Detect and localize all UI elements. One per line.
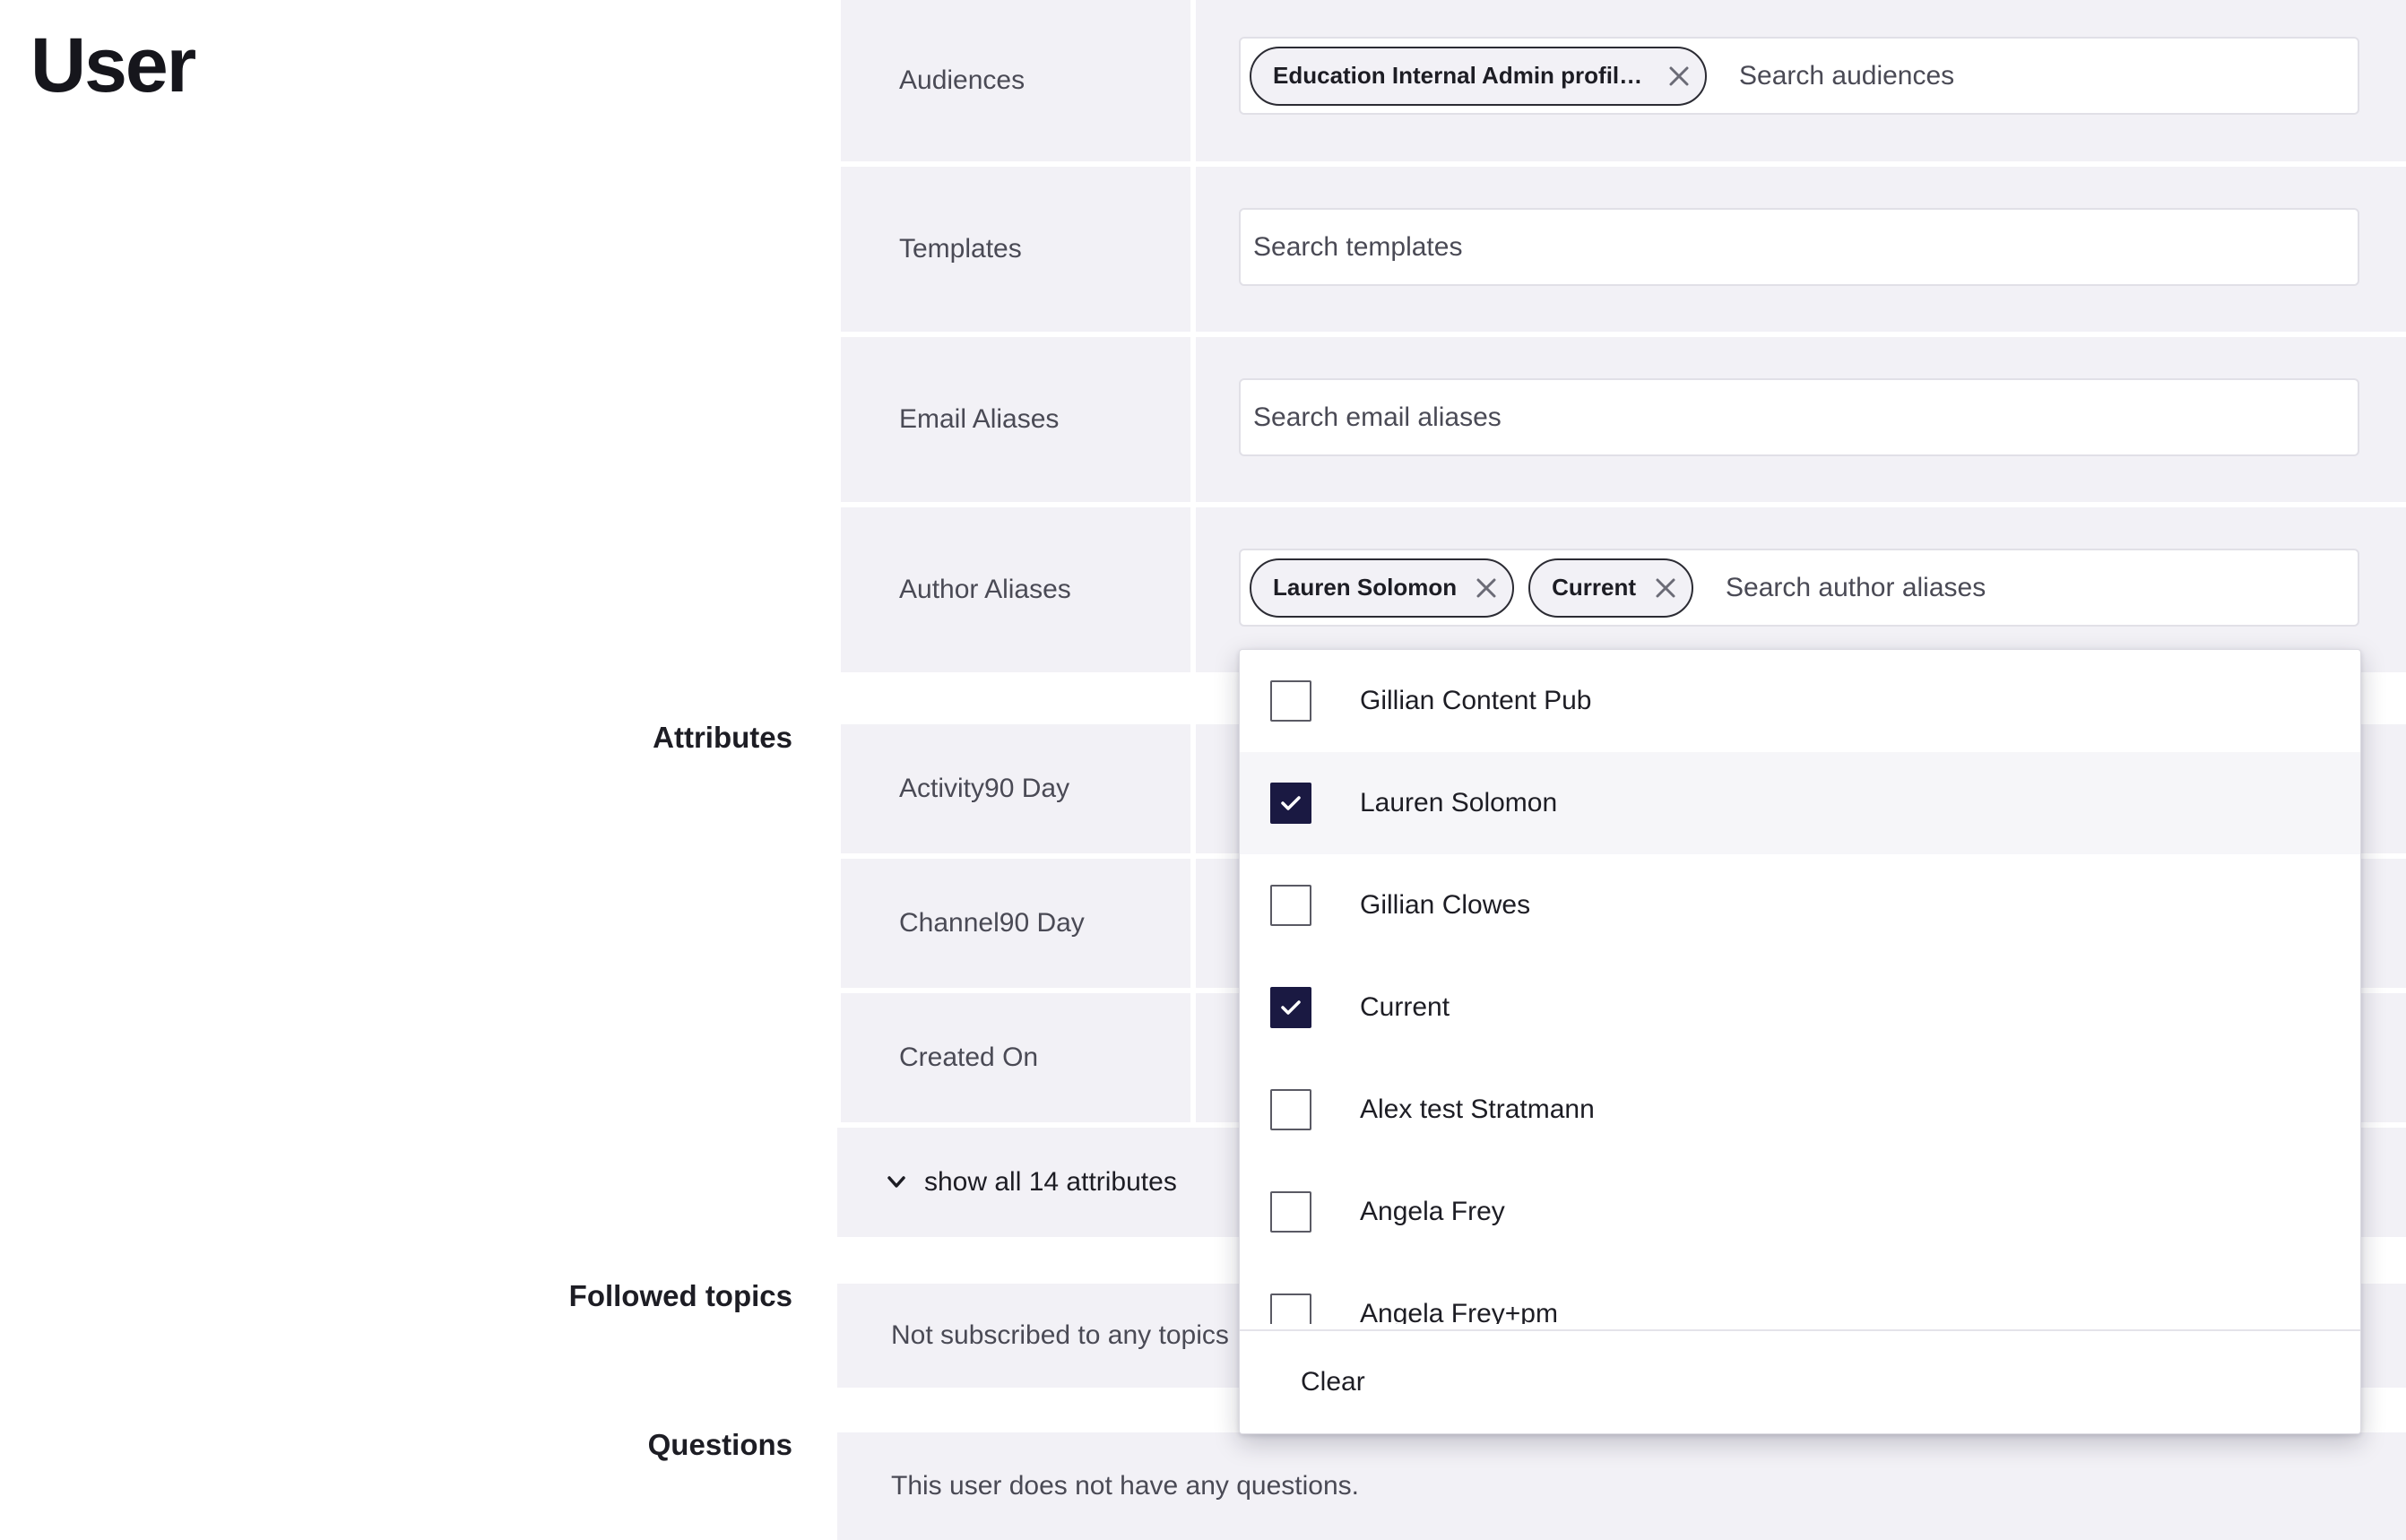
author-aliases-field[interactable]: Lauren Solomon Current <box>1239 549 2359 627</box>
dropdown-footer: Clear <box>1240 1329 2360 1433</box>
templates-value-cell <box>1196 167 2406 332</box>
option-checkbox[interactable] <box>1270 1293 1311 1324</box>
option-checkbox[interactable] <box>1270 783 1311 824</box>
audiences-value-cell: Education Internal Admin profile... <box>1196 0 2406 161</box>
dropdown-option[interactable]: Lauren Solomon <box>1240 752 2360 854</box>
close-icon[interactable] <box>1473 575 1500 601</box>
email-aliases-label: Email Aliases <box>899 404 1060 434</box>
questions-cell: This user does not have any questions. <box>837 1432 2406 1540</box>
templates-label: Templates <box>899 234 1022 264</box>
author-aliases-dropdown: Gillian Content Pub Lauren Solomon Gilli… <box>1239 649 2361 1434</box>
close-icon[interactable] <box>1652 575 1679 601</box>
chevron-down-icon <box>887 1175 906 1190</box>
author-chip-current: Current <box>1528 558 1694 618</box>
attribute-row-label-cell: Channel90 Day <box>841 859 1190 988</box>
option-label: Angela Frey+pm <box>1360 1299 1558 1324</box>
author-aliases-label-cell: Author Aliases <box>841 507 1190 672</box>
author-chip-lauren-solomon: Lauren Solomon <box>1250 558 1515 618</box>
audience-chip: Education Internal Admin profile... <box>1250 46 1707 106</box>
audiences-label: Audiences <box>899 65 1026 95</box>
close-icon[interactable] <box>1666 63 1692 90</box>
option-label: Gillian Content Pub <box>1360 686 1592 715</box>
followed-topics-empty-text: Not subscribed to any topics <box>891 1320 1229 1350</box>
page-title: User <box>30 22 196 108</box>
email-aliases-value-cell <box>1196 337 2406 502</box>
dropdown-option[interactable]: Angela Frey <box>1240 1161 2360 1263</box>
chip-label: Education Internal Admin profile... <box>1273 62 1649 89</box>
attribute-row-label-cell: Activity90 Day <box>841 724 1190 853</box>
author-aliases-search-input[interactable] <box>1708 572 2358 603</box>
clear-button[interactable]: Clear <box>1301 1367 1365 1397</box>
email-aliases-label-cell: Email Aliases <box>841 337 1190 502</box>
audiences-label-cell: Audiences <box>841 0 1190 161</box>
audiences-field[interactable]: Education Internal Admin profile... <box>1239 37 2359 115</box>
option-label: Lauren Solomon <box>1360 788 1558 818</box>
followed-topics-section-title: Followed topics <box>568 1279 792 1312</box>
dropdown-option[interactable]: Angela Frey+pm <box>1240 1263 2360 1324</box>
author-aliases-label: Author Aliases <box>899 575 1071 604</box>
audiences-search-input[interactable] <box>1721 60 2358 91</box>
questions-empty-text: This user does not have any questions. <box>891 1471 1359 1501</box>
attribute-row-label-cell: Created On <box>841 993 1190 1122</box>
author-aliases-value-cell: Lauren Solomon Current <box>1196 507 2406 672</box>
templates-label-cell: Templates <box>841 167 1190 332</box>
option-checkbox[interactable] <box>1270 1089 1311 1130</box>
dropdown-option[interactable]: Current <box>1240 956 2360 1059</box>
option-label: Current <box>1360 992 1450 1022</box>
attribute-label: Activity90 Day <box>899 774 1070 803</box>
templates-search-input[interactable] <box>1250 231 2358 263</box>
checkmark-icon <box>1281 1000 1301 1015</box>
email-aliases-field[interactable] <box>1239 378 2359 456</box>
dropdown-option-list[interactable]: Gillian Content Pub Lauren Solomon Gilli… <box>1240 650 2360 1324</box>
attributes-section-title: Attributes <box>653 721 792 754</box>
chip-label: Current <box>1552 574 1637 601</box>
email-aliases-search-input[interactable] <box>1250 402 2358 433</box>
questions-section-title: Questions <box>647 1428 792 1461</box>
option-checkbox[interactable] <box>1270 987 1311 1028</box>
option-label: Alex test Stratmann <box>1360 1094 1595 1124</box>
option-label: Gillian Clowes <box>1360 890 1531 920</box>
checkmark-icon <box>1281 796 1301 810</box>
attribute-label: Created On <box>899 1043 1039 1072</box>
dropdown-option[interactable]: Gillian Content Pub <box>1240 650 2360 752</box>
show-all-attributes-label: show all 14 attributes <box>924 1167 1177 1197</box>
dropdown-option[interactable]: Gillian Clowes <box>1240 854 2360 956</box>
attribute-label: Channel90 Day <box>899 908 1085 938</box>
option-checkbox[interactable] <box>1270 885 1311 926</box>
option-checkbox[interactable] <box>1270 680 1311 722</box>
option-checkbox[interactable] <box>1270 1191 1311 1233</box>
templates-field[interactable] <box>1239 208 2359 286</box>
show-all-attributes-button[interactable]: show all 14 attributes <box>887 1167 1177 1198</box>
option-label: Angela Frey <box>1360 1197 1505 1226</box>
chip-label: Lauren Solomon <box>1273 574 1458 601</box>
dropdown-option[interactable]: Alex test Stratmann <box>1240 1059 2360 1161</box>
